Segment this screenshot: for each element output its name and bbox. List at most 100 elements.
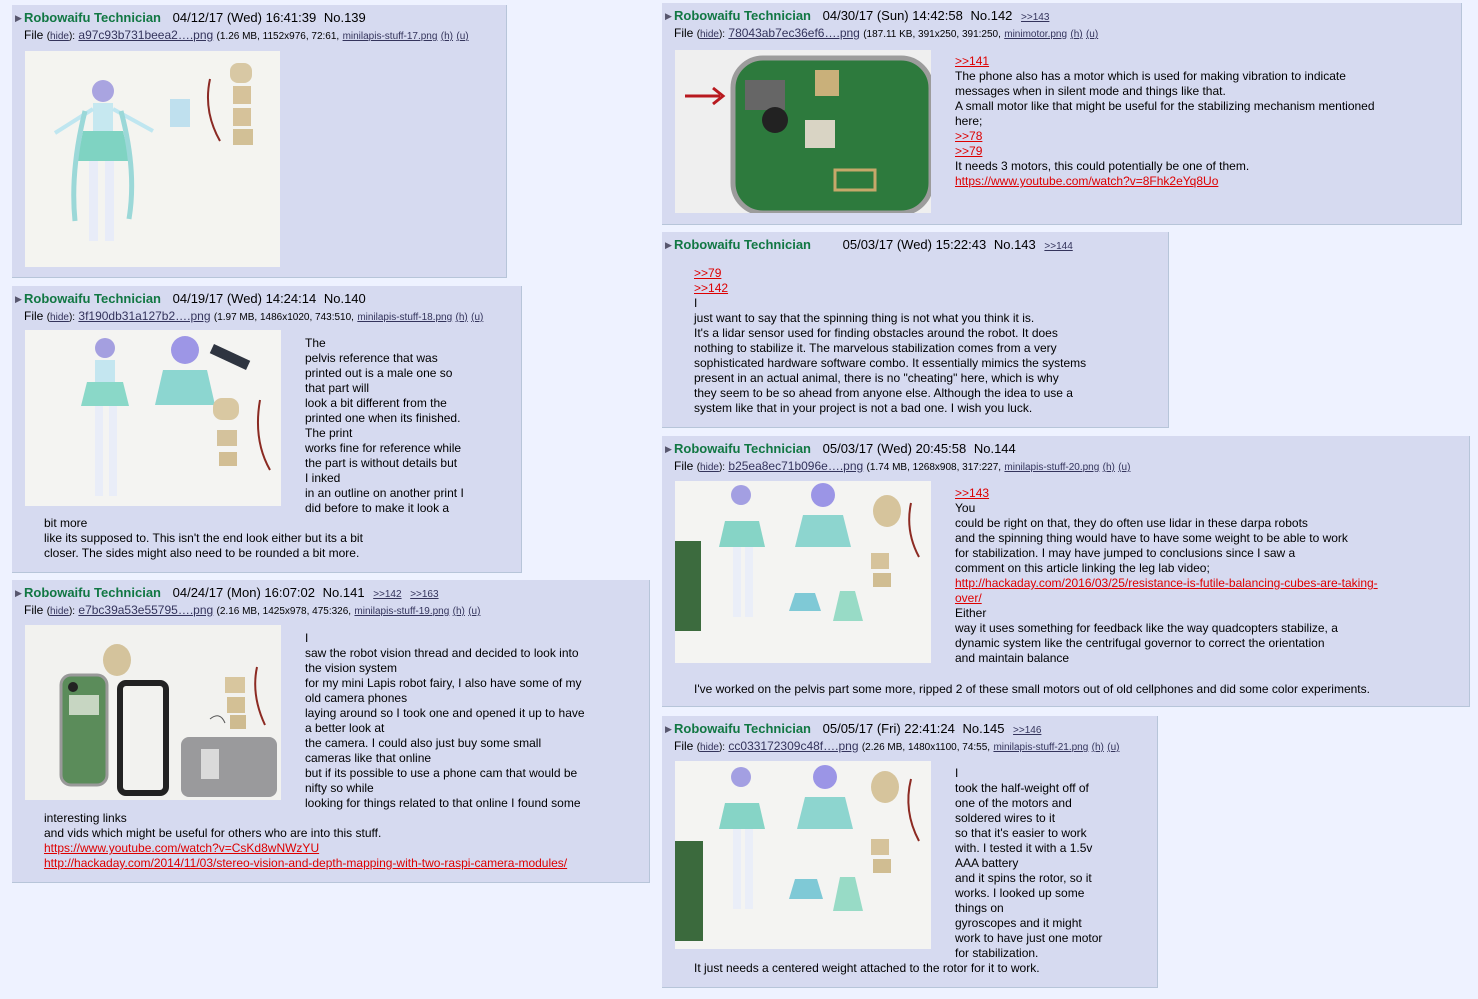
- post-menu-arrow-icon[interactable]: ▶: [665, 236, 672, 254]
- post-139: ▶ Robowaifu Technician 04/12/17 (Wed) 16…: [12, 5, 507, 278]
- quote-link[interactable]: >>78: [955, 129, 1375, 144]
- file-u-link[interactable]: (u): [468, 606, 480, 617]
- hide-file-link[interactable]: hide: [50, 606, 69, 617]
- youtube-link[interactable]: https://www.youtube.com/watch?v=8Fhk2eYq…: [955, 174, 1375, 189]
- quote-link[interactable]: >>141: [955, 54, 1375, 69]
- post-date: 04/24/17 (Mon) 16:07:02: [172, 585, 316, 600]
- file-name-link[interactable]: e7bc39a53e55795….png: [78, 603, 213, 617]
- circuit-board-photo-icon: [675, 50, 931, 213]
- post-menu-arrow-icon[interactable]: ▶: [15, 9, 22, 27]
- file-u-link[interactable]: (u): [1107, 742, 1119, 753]
- original-file-name[interactable]: minilapis-stuff-20.png: [1004, 462, 1099, 473]
- post-menu-arrow-icon[interactable]: ▶: [15, 584, 22, 602]
- hide-file-link[interactable]: hide: [700, 29, 719, 40]
- post-number[interactable]: No.139: [324, 10, 366, 25]
- post-date: 04/30/17 (Sun) 14:42:58: [822, 8, 963, 23]
- original-file-name[interactable]: minilapis-stuff-19.png: [354, 606, 449, 617]
- post-menu-arrow-icon[interactable]: ▶: [665, 720, 672, 738]
- post-image-thumbnail[interactable]: [675, 761, 931, 949]
- post-number[interactable]: No.143: [994, 237, 1036, 252]
- figurine-photo-icon: [25, 51, 280, 267]
- poster-name: Robowaifu Technician: [674, 721, 811, 736]
- post-date: 04/12/17 (Wed) 16:41:39: [172, 10, 317, 25]
- post-image-thumbnail[interactable]: [675, 50, 931, 213]
- post-body: I took the half-weight off of one of the…: [955, 766, 1103, 960]
- post-image-thumbnail[interactable]: [675, 481, 931, 663]
- post-menu-arrow-icon[interactable]: ▶: [665, 7, 672, 25]
- post-number[interactable]: No.144: [974, 441, 1016, 456]
- post-header: ▶ Robowaifu Technician 05/03/17 (Wed) 15…: [665, 236, 1162, 254]
- post-body: >>141 The phone also has a motor which i…: [955, 54, 1375, 189]
- hackaday-link[interactable]: http://hackaday.com/2014/11/03/stereo-vi…: [44, 856, 567, 871]
- quote-link[interactable]: >>142: [694, 281, 1086, 296]
- quote-link[interactable]: >>79: [955, 144, 1375, 159]
- file-h-link[interactable]: (h): [1070, 29, 1082, 40]
- youtube-link[interactable]: https://www.youtube.com/watch?v=CsKd8wNW…: [44, 841, 567, 856]
- file-u-link[interactable]: (u): [1086, 29, 1098, 40]
- hide-file-link[interactable]: hide: [700, 462, 719, 473]
- post-image-thumbnail[interactable]: [25, 51, 280, 267]
- original-file-name[interactable]: minimotor.png: [1004, 29, 1067, 40]
- poster-name: Robowaifu Technician: [24, 585, 161, 600]
- backlink[interactable]: >>146: [1013, 725, 1041, 736]
- file-u-link[interactable]: (u): [1118, 462, 1130, 473]
- post-144: ▶ Robowaifu Technician 05/03/17 (Wed) 20…: [662, 436, 1470, 707]
- backlink[interactable]: >>143: [1021, 12, 1049, 23]
- file-h-link[interactable]: (h): [1092, 742, 1104, 753]
- file-h-link[interactable]: (h): [453, 606, 465, 617]
- post-date: 05/05/17 (Fri) 22:41:24: [822, 721, 955, 736]
- quote-link[interactable]: >>79: [694, 266, 1086, 281]
- quote-link[interactable]: >>143: [955, 486, 1378, 501]
- hackaday-link[interactable]: http://hackaday.com/2016/03/25/resistanc…: [955, 576, 1378, 591]
- hide-file-link[interactable]: hide: [50, 312, 69, 323]
- original-file-name[interactable]: minilapis-stuff-18.png: [357, 312, 452, 323]
- figurine-photo-icon: [25, 330, 281, 506]
- file-info: File (hide): cc033172309c48f….png (2.26 …: [674, 739, 1120, 753]
- file-name-link[interactable]: b25ea8ec71b096e….png: [728, 459, 863, 473]
- post-menu-arrow-icon[interactable]: ▶: [665, 440, 672, 458]
- file-name-link[interactable]: 78043ab7ec36ef6….png: [728, 26, 859, 40]
- backlink[interactable]: >>144: [1044, 241, 1072, 252]
- file-meta: (2.26 MB, 1480x1100, 74:55,: [861, 742, 991, 753]
- figurine-photo-icon: [675, 481, 931, 663]
- post-date: 05/03/17 (Wed) 15:22:43: [842, 237, 987, 252]
- file-meta: (187.11 KB, 391x250, 391:250,: [863, 29, 1001, 40]
- file-u-link[interactable]: (u): [456, 31, 468, 42]
- post-body-continued: I've worked on the pelvis part some more…: [694, 682, 1370, 696]
- file-info: File (hide): a97c93b731beea2….png (1.26 …: [24, 28, 469, 42]
- original-file-name[interactable]: minilapis-stuff-21.png: [993, 742, 1088, 753]
- original-file-name[interactable]: minilapis-stuff-17.png: [343, 31, 438, 42]
- poster-name: Robowaifu Technician: [24, 10, 161, 25]
- post-image-thumbnail[interactable]: [25, 330, 281, 506]
- phone-parts-photo-icon: [25, 625, 281, 800]
- file-name-link[interactable]: a97c93b731beea2….png: [78, 28, 213, 42]
- file-info: File (hide): 3f190db31a127b2….png (1.97 …: [24, 309, 484, 323]
- hide-file-link[interactable]: hide: [50, 31, 69, 42]
- file-name-link[interactable]: 3f190db31a127b2….png: [78, 309, 210, 323]
- post-date: 04/19/17 (Wed) 14:24:14: [172, 291, 317, 306]
- file-info: File (hide): 78043ab7ec36ef6….png (187.1…: [674, 26, 1099, 40]
- file-info: File (hide): e7bc39a53e55795….png (2.16 …: [24, 603, 481, 617]
- file-h-link[interactable]: (h): [456, 312, 468, 323]
- file-meta: (1.26 MB, 1152x976, 72:61,: [216, 31, 340, 42]
- post-number[interactable]: No.140: [324, 291, 366, 306]
- post-number[interactable]: No.145: [963, 721, 1005, 736]
- post-body: The pelvis reference that was printed ou…: [305, 336, 464, 515]
- post-header: ▶ Robowaifu Technician 04/19/17 (Wed) 14…: [15, 290, 515, 308]
- post-142: ▶ Robowaifu Technician 04/30/17 (Sun) 14…: [662, 3, 1462, 225]
- file-name-link[interactable]: cc033172309c48f….png: [728, 739, 858, 753]
- hide-file-link[interactable]: hide: [700, 742, 719, 753]
- post-image-thumbnail[interactable]: [25, 625, 281, 800]
- backlink[interactable]: >>163: [410, 589, 438, 600]
- post-menu-arrow-icon[interactable]: ▶: [15, 290, 22, 308]
- post-header: ▶ Robowaifu Technician 05/03/17 (Wed) 20…: [665, 440, 1463, 458]
- post-number[interactable]: No.141: [323, 585, 365, 600]
- file-u-link[interactable]: (u): [471, 312, 483, 323]
- poster-name: Robowaifu Technician: [674, 8, 811, 23]
- post-number[interactable]: No.142: [970, 8, 1012, 23]
- backlink[interactable]: >>142: [373, 589, 401, 600]
- file-h-link[interactable]: (h): [441, 31, 453, 42]
- hackaday-link-continued[interactable]: over/: [955, 591, 1378, 606]
- file-h-link[interactable]: (h): [1103, 462, 1115, 473]
- post-header: ▶ Robowaifu Technician 04/24/17 (Mon) 16…: [15, 584, 643, 602]
